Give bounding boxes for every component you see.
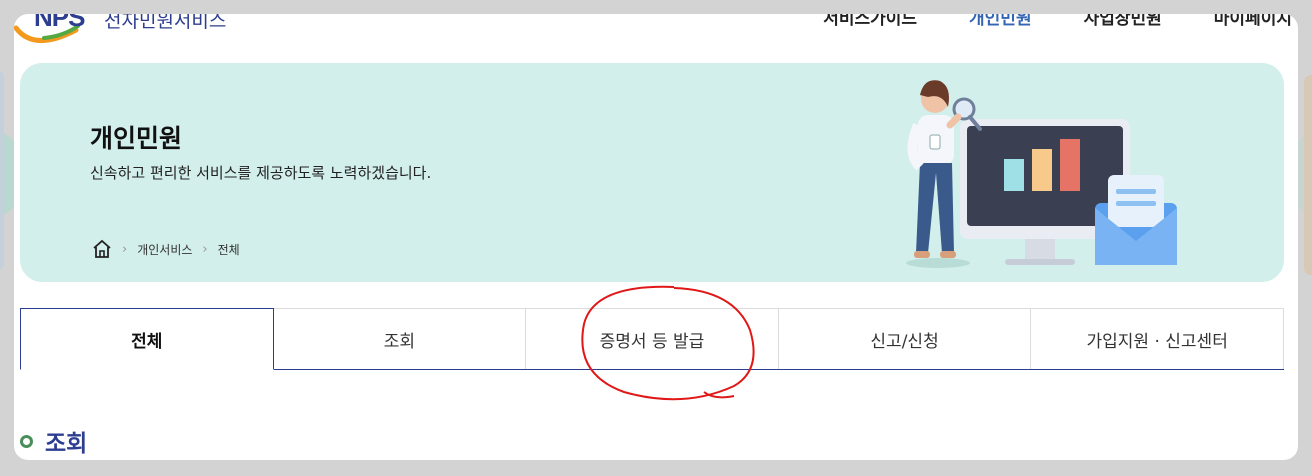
tab-signup-support[interactable]: 가입지원 · 신고센터 [1030,308,1284,369]
logo-mark: NPS [34,14,85,32]
section-header: 조회 [20,424,87,458]
tab-certificate[interactable]: 증명서 등 발급 [525,308,779,369]
nav-personal[interactable]: 개인민원 [969,14,1032,29]
breadcrumb-item-all[interactable]: 전체 [218,241,240,258]
site-header: NPS 전자민원서비스 서비스가이드 개인민원 사업장민원 마이페이지 [14,14,1298,46]
page-window: NPS 전자민원서비스 서비스가이드 개인민원 사업장민원 마이페이지 개인민원… [14,14,1298,460]
nav-business[interactable]: 사업장민원 [1084,14,1162,29]
nav-mypage[interactable]: 마이페이지 [1214,14,1292,29]
tab-report-apply[interactable]: 신고/신청 [777,308,1032,369]
home-icon[interactable] [92,239,112,259]
bullet-ring-icon [20,434,33,448]
background-blur-left-edge [0,70,4,270]
tab-inquiry[interactable]: 조회 [272,308,527,369]
hero-banner: 개인민원 신속하고 편리한 서비스를 제공하도록 노력하겠습니다. › 개인서비… [20,63,1284,282]
global-nav: 서비스가이드 개인민원 사업장민원 마이페이지 [771,14,1292,29]
chevron-right-icon: › [202,241,208,257]
site-title: 전자민원서비스 [104,14,227,32]
category-tabs: 전체 조회 증명서 등 발급 신고/신청 가입지원 · 신고센터 [20,308,1284,370]
site-logo[interactable]: NPS 전자민원서비스 [14,14,274,46]
page-title: 개인민원 [90,124,183,153]
background-blur-right-edge [1304,75,1312,275]
nav-service-guide[interactable]: 서비스가이드 [823,14,917,29]
chevron-right-icon: › [122,241,128,257]
section-title: 조회 [45,431,88,457]
hero-illustration [906,80,1177,268]
page-description: 신속하고 편리한 서비스를 제공하도록 노력하겠습니다. [90,164,432,182]
tab-all[interactable]: 전체 [20,308,274,370]
breadcrumb: › 개인서비스 › 전체 [92,239,240,259]
breadcrumb-item-personal[interactable]: 개인서비스 [137,241,192,258]
